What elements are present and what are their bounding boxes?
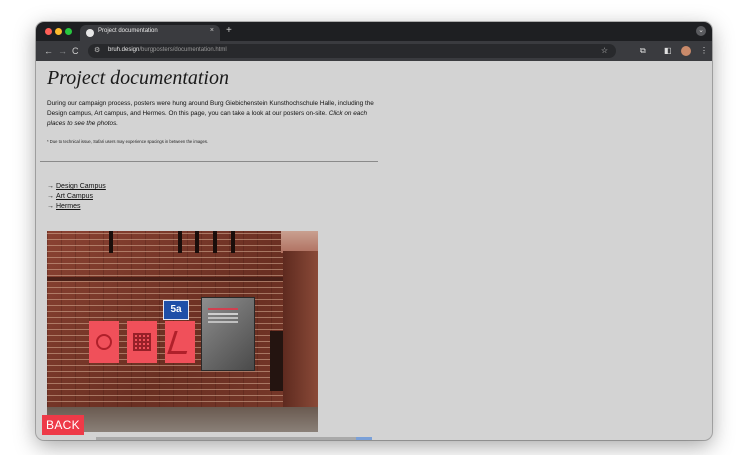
page-title: Project documentation <box>47 67 229 89</box>
avatar[interactable] <box>681 46 691 56</box>
favicon-icon <box>86 29 94 37</box>
metal-plaque <box>201 297 255 371</box>
browser-window: Project documentation × + ⌄ ← → C ⚙ bruh… <box>36 22 712 440</box>
beam <box>195 231 199 253</box>
beam <box>109 231 113 253</box>
url-text[interactable]: bruh.design/burgposters/documentation.ht… <box>108 47 227 53</box>
poster-graphic <box>96 334 112 350</box>
tab-search-icon[interactable]: ⌄ <box>696 26 706 36</box>
beam <box>178 231 182 253</box>
sky <box>281 231 318 253</box>
intro-text: During our campaign process, posters wer… <box>47 99 382 128</box>
campus-photo: 5a <box>47 231 318 432</box>
poster-graphic <box>166 330 194 354</box>
site-info-icon[interactable]: ⚙ <box>94 46 100 54</box>
arrow-right-icon: → <box>47 183 54 190</box>
extensions-icon[interactable]: ⧉ <box>640 45 646 57</box>
new-tab-button[interactable]: + <box>226 25 232 37</box>
place-link-hermes[interactable]: → Hermes <box>47 202 106 212</box>
arrow-right-icon: → <box>47 193 54 200</box>
place-link-art-campus[interactable]: → Art Campus <box>47 192 106 202</box>
tab-title: Project documentation <box>98 28 158 34</box>
reload-button[interactable]: C <box>72 45 79 57</box>
poster <box>127 321 157 363</box>
url-path: /burgposters/documentation.html <box>139 47 227 53</box>
divider <box>40 161 378 162</box>
beam <box>213 231 217 253</box>
ground <box>47 407 318 432</box>
doorway <box>270 331 283 391</box>
safari-note: * Due to technical issue, Safari users m… <box>47 139 209 144</box>
beam <box>231 231 235 253</box>
url-host: bruh.design <box>108 47 140 53</box>
active-tab[interactable]: Project documentation × <box>80 25 220 41</box>
star-icon[interactable]: ☆ <box>601 46 608 55</box>
back-link-button[interactable]: BACK <box>42 415 84 435</box>
places-list: → Design Campus → Art Campus → Hermes <box>47 182 106 212</box>
place-link-design-campus[interactable]: → Design Campus <box>47 182 106 192</box>
kebab-menu-icon[interactable]: ⋮ <box>700 45 708 57</box>
next-photo-strip <box>96 437 372 440</box>
tab-close-icon[interactable]: × <box>210 27 214 34</box>
place-label: Art Campus <box>56 193 93 200</box>
arrow-right-icon: → <box>47 203 54 210</box>
place-label: Design Campus <box>56 183 106 190</box>
back-button[interactable]: ← <box>44 45 53 57</box>
tab-bar: Project documentation × + ⌄ <box>36 22 712 41</box>
plaque-lines <box>208 308 238 310</box>
forward-button[interactable]: → <box>58 45 67 57</box>
poster-graphic <box>133 333 151 351</box>
browser-toolbar: ← → C ⚙ bruh.design/burgposters/document… <box>36 41 712 61</box>
sidebar-icon[interactable]: ◧ <box>664 45 672 57</box>
minimize-window-button[interactable] <box>55 28 62 35</box>
intro-body: During our campaign process, posters wer… <box>47 100 374 117</box>
poster <box>165 321 195 363</box>
building-number-sign: 5a <box>163 300 189 320</box>
wall-ledge <box>47 277 283 281</box>
poster <box>89 321 119 363</box>
place-label: Hermes <box>56 203 81 210</box>
page-content: Project documentation During our campaig… <box>36 61 712 440</box>
address-bar[interactable]: ⚙ bruh.design/burgposters/documentation.… <box>88 44 616 58</box>
side-wall <box>283 251 318 432</box>
close-window-button[interactable] <box>45 28 52 35</box>
zoom-window-button[interactable] <box>65 28 72 35</box>
